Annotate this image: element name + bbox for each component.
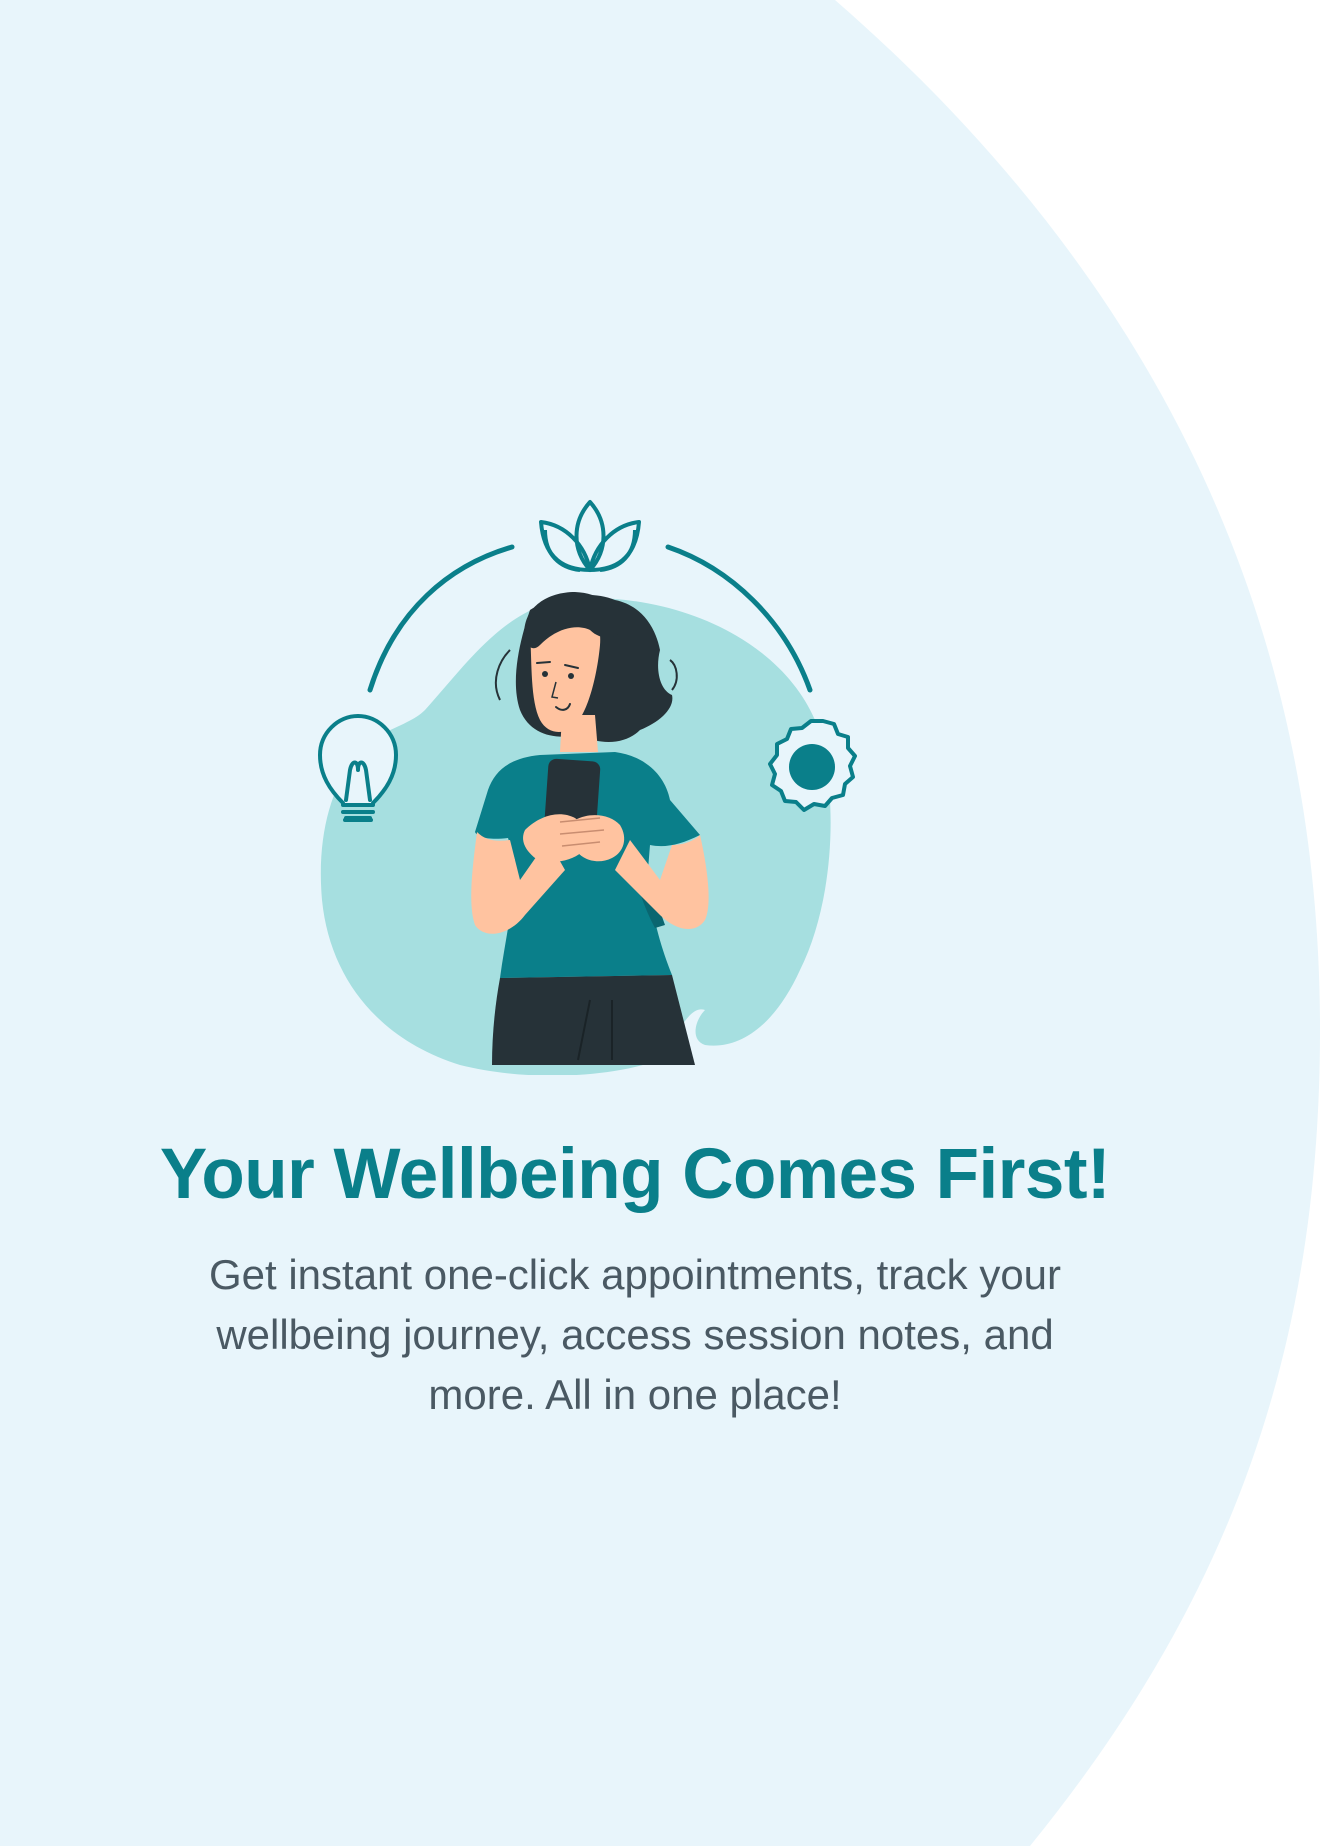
headline: Your Wellbeing Comes First! xyxy=(159,1135,1111,1214)
description-text: Get instant one-click appointments, trac… xyxy=(208,1251,1062,1418)
wellbeing-illustration xyxy=(318,500,857,1075)
lightbulb-base xyxy=(344,816,372,822)
onboarding-screen: Your Wellbeing Comes First! Get instant … xyxy=(0,0,1320,1846)
lotus-icon xyxy=(539,500,641,572)
